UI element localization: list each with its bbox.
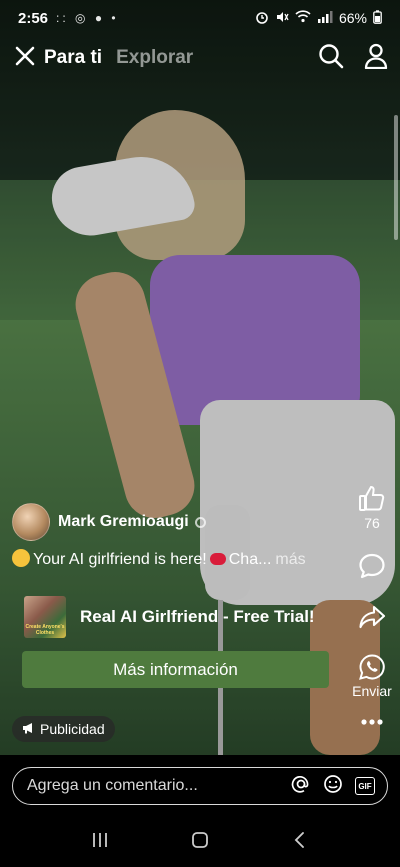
status-right: 66%	[255, 9, 382, 27]
caption-text-truncated: Cha...	[228, 551, 272, 568]
back-chevron-icon	[294, 831, 305, 848]
sponsored-badge: Publicidad	[12, 716, 115, 742]
system-nav-bar	[0, 817, 400, 867]
comment-input[interactable]: Agrega un comentario... GIF	[12, 767, 388, 805]
whatsapp-icon	[359, 654, 385, 680]
emoji-button[interactable]	[323, 774, 343, 799]
battery-percent: 66%	[338, 10, 367, 26]
profile-button[interactable]	[364, 43, 388, 74]
like-count: 76	[364, 515, 380, 531]
tab-para-ti[interactable]: Para ti	[44, 47, 102, 69]
close-icon	[15, 46, 35, 66]
status-time: 2:56	[18, 9, 49, 27]
recent-apps-button[interactable]	[91, 831, 109, 854]
home-button[interactable]	[190, 830, 210, 855]
like-button[interactable]: 76	[334, 483, 400, 531]
learn-more-button[interactable]: Más información	[22, 651, 329, 688]
promo-card[interactable]: Create Anyone's Clothes Real AI Girlfrie…	[12, 590, 340, 644]
author-row[interactable]: Mark Gremioaugi	[12, 503, 206, 541]
gif-icon[interactable]: GIF	[355, 777, 375, 795]
top-navigation: Para ti Explorar	[0, 38, 400, 78]
close-button[interactable]	[12, 45, 38, 71]
alarm-icon	[255, 10, 269, 27]
more-dots-icon	[361, 719, 383, 725]
promo-title[interactable]: Real AI Girlfriend - Free Trial!	[80, 607, 315, 627]
wifi-icon	[295, 10, 311, 26]
sponsored-label: Publicidad	[40, 721, 105, 737]
share-arrow-icon	[359, 605, 386, 629]
promo-thumbnail-text: Create Anyone's Clothes	[25, 624, 65, 636]
share-label: Enviar	[352, 683, 392, 699]
smiley-icon	[324, 774, 342, 793]
home-icon	[192, 831, 208, 848]
mute-icon	[275, 10, 289, 27]
scroll-indicator[interactable]	[394, 115, 398, 240]
profile-icon	[364, 43, 388, 69]
recent-apps-icon	[92, 832, 107, 847]
comment-placeholder: Agrega un comentario...	[27, 777, 198, 794]
search-icon	[319, 43, 344, 68]
comment-icon	[359, 553, 385, 579]
author-name[interactable]: Mark Gremioaugi	[58, 513, 189, 531]
comment-input-actions: GIF	[291, 774, 375, 799]
top-nav-actions	[318, 43, 388, 74]
lips-emoji-icon	[209, 553, 226, 565]
caption-more-link[interactable]: más	[275, 551, 305, 568]
caption-text: Your AI girlfriend is here!	[33, 551, 207, 568]
comment-bar: Agrega un comentario... GIF	[0, 755, 400, 817]
promo-thumbnail[interactable]: Create Anyone's Clothes	[24, 596, 66, 638]
status-bar: 2:56 :: ◎ ● • 66%	[0, 0, 400, 36]
back-button[interactable]	[291, 831, 309, 854]
comment-button[interactable]	[334, 552, 400, 580]
smiling-face-emoji-icon	[12, 549, 30, 567]
battery-icon	[373, 9, 382, 27]
mention-button[interactable]	[291, 774, 311, 799]
verified-icon	[194, 516, 206, 528]
tab-explorar[interactable]: Explorar	[116, 47, 193, 69]
post-caption[interactable]: Your AI girlfriend is here! Cha... más	[12, 549, 342, 569]
thumbs-up-icon	[359, 485, 385, 511]
signal-icon	[317, 10, 333, 26]
share-button[interactable]	[334, 603, 400, 631]
avatar[interactable]	[12, 503, 50, 541]
notification-icons: :: ◎ ● •	[56, 11, 119, 25]
megaphone-icon	[22, 722, 35, 737]
whatsapp-share-button[interactable]: Enviar	[334, 653, 400, 699]
at-sign-icon	[291, 775, 309, 793]
search-button[interactable]	[318, 43, 344, 74]
more-options-button[interactable]	[334, 718, 400, 726]
